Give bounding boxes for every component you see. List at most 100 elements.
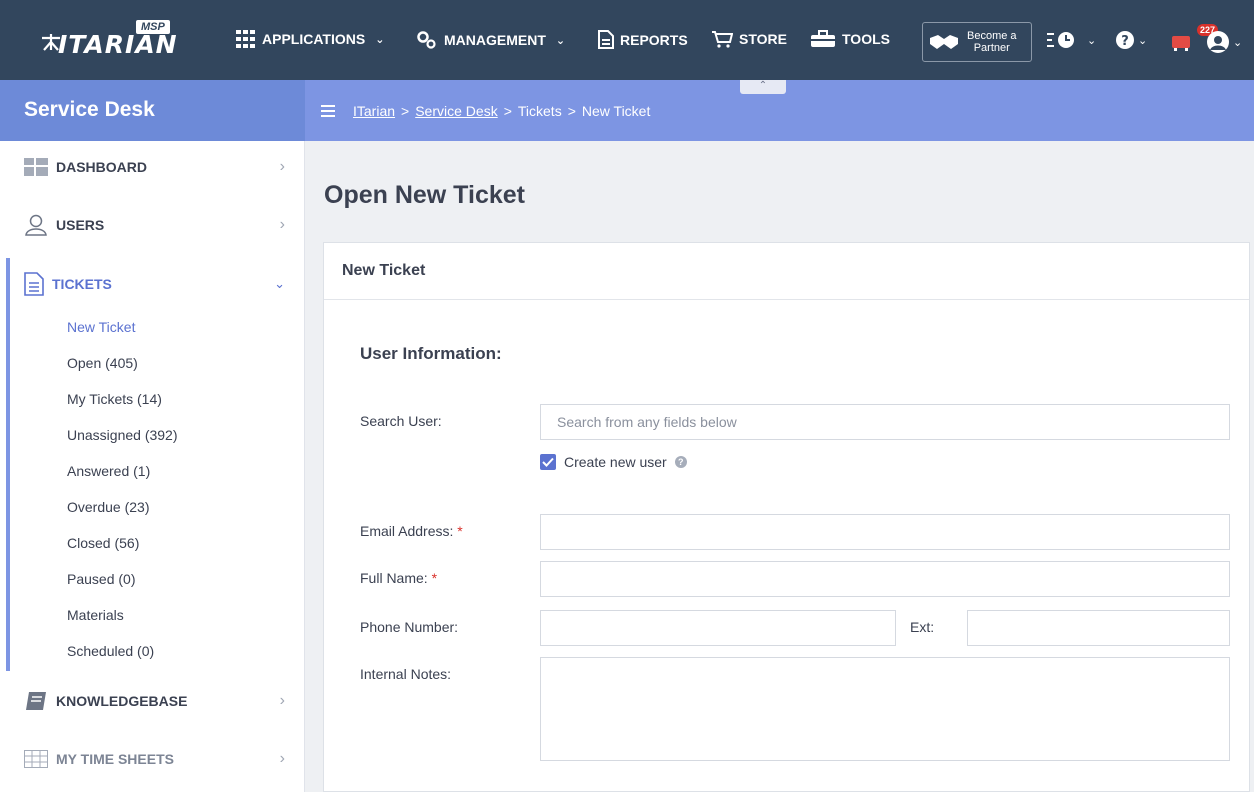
email-field[interactable] <box>540 514 1230 550</box>
cart-icon <box>712 31 733 48</box>
module-header: Service Desk ITarian > Service Desk > Ti… <box>0 80 1254 141</box>
nav-store[interactable]: STORE <box>711 30 787 48</box>
ticket-submenu-new-ticket[interactable]: New Ticket <box>67 319 135 335</box>
chevron-right-icon: › <box>279 216 285 233</box>
chevron-right-icon: › <box>279 750 285 767</box>
ticket-submenu-answered[interactable]: Answered (1) <box>67 463 150 479</box>
nav-tools-label: TOOLS <box>842 31 890 47</box>
phone-ext-field[interactable] <box>967 610 1230 646</box>
checkbox-checked-icon <box>540 454 556 470</box>
full-name-field[interactable] <box>540 561 1230 597</box>
chevron-right-icon: › <box>279 692 285 709</box>
partner-text: Become a Partner <box>967 30 1017 54</box>
internal-notes-textarea[interactable] <box>540 657 1230 761</box>
hamburger-menu-icon[interactable] <box>321 104 335 117</box>
logo-text: ITARIAN <box>58 30 178 59</box>
ext-label: Ext: <box>910 619 935 635</box>
search-user-input[interactable] <box>540 404 1230 440</box>
ticket-submenu-open[interactable]: Open (405) <box>67 355 138 371</box>
nav-reports-label: REPORTS <box>620 31 688 48</box>
notification-desk-icon <box>1172 36 1190 51</box>
email-label: Email Address: * <box>360 523 463 539</box>
history-clock-icon <box>1047 32 1074 48</box>
nav-management[interactable]: MANAGEMENT ⌄ <box>416 30 565 50</box>
breadcrumb-itarian-link[interactable]: ITarian <box>353 103 395 119</box>
section-title-user-information: User Information: <box>360 344 502 363</box>
full-name-label: Full Name: * <box>360 570 438 586</box>
ticket-submenu-paused[interactable]: Paused (0) <box>67 571 135 587</box>
breadcrumb-service-desk-link[interactable]: Service Desk <box>415 103 497 119</box>
question-icon: ? <box>1116 31 1134 49</box>
user-account-menu[interactable]: ⌄ <box>1206 30 1242 54</box>
sidebar-item-label: TICKETS <box>52 276 112 292</box>
chevron-right-icon: › <box>279 158 285 175</box>
chevron-down-icon: ⌄ <box>1233 36 1243 49</box>
page-title: Open New Ticket <box>324 181 525 209</box>
sidebar-item-label: USERS <box>56 217 105 233</box>
chevron-down-icon: ⌄ <box>274 276 285 291</box>
chevron-down-icon: ⌄ <box>555 34 566 47</box>
phone-number-label: Phone Number: <box>360 619 459 635</box>
toolbox-icon <box>811 30 835 47</box>
top-navigation-bar: ITARIAN MSP APPLICATIONS ⌄ MANAGEMENT ⌄ … <box>0 0 1254 80</box>
book-icon <box>26 692 46 710</box>
svg-text:?: ? <box>1121 34 1129 49</box>
ticket-submenu-overdue[interactable]: Overdue (23) <box>67 499 149 515</box>
sidebar-item-time-sheets[interactable]: MY TIME SHEETS › <box>0 739 305 779</box>
breadcrumb-tickets[interactable]: Tickets <box>518 103 562 119</box>
sidebar-item-label: DASHBOARD <box>56 159 147 175</box>
phone-number-field[interactable] <box>540 610 896 646</box>
module-title: Service Desk <box>0 80 305 141</box>
ticket-document-icon <box>24 272 44 296</box>
gears-icon <box>417 31 436 49</box>
help-tooltip-icon[interactable]: ? <box>674 456 687 468</box>
sidebar-item-dashboard[interactable]: DASHBOARD › <box>0 147 305 187</box>
new-ticket-form-card: New Ticket User Information: Search User… <box>323 242 1250 792</box>
create-new-user-checkbox[interactable]: Create new user ? <box>540 454 687 470</box>
chevron-down-icon: ⌄ <box>1087 34 1097 47</box>
ticket-submenu-closed[interactable]: Closed (56) <box>67 535 139 551</box>
grid-icon <box>236 30 255 48</box>
card-title: New Ticket <box>324 243 1249 300</box>
avatar-icon <box>1207 31 1229 53</box>
breadcrumb-separator: > <box>401 102 410 119</box>
required-marker: * <box>431 570 438 586</box>
required-marker: * <box>457 523 463 539</box>
ticket-submenu-my-tickets[interactable]: My Tickets (14) <box>67 391 162 407</box>
sidebar-item-knowledgebase[interactable]: KNOWLEDGEBASE › <box>0 681 305 721</box>
document-icon <box>598 30 614 49</box>
user-icon <box>25 214 47 236</box>
timesheet-grid-icon <box>24 750 48 768</box>
sidebar: DASHBOARD › USERS › TICKETS ⌄ New Ticket… <box>0 141 305 792</box>
nav-management-label: MANAGEMENT <box>444 32 546 48</box>
handshake-icon <box>930 35 958 49</box>
breadcrumb-separator: > <box>503 102 512 119</box>
collapse-header-tab[interactable]: ⌃ <box>740 80 786 94</box>
breadcrumb-separator: > <box>567 102 576 119</box>
become-partner-button[interactable]: Become a Partner <box>922 22 1032 62</box>
notifications-button[interactable] <box>1170 30 1192 52</box>
nav-applications-label: APPLICATIONS <box>262 31 366 47</box>
itarian-logo[interactable]: ITARIAN MSP <box>40 16 190 64</box>
help-menu[interactable]: ? ⌄ <box>1115 30 1147 50</box>
ticket-submenu-unassigned[interactable]: Unassigned (392) <box>67 427 178 443</box>
sidebar-item-label: KNOWLEDGEBASE <box>56 693 188 709</box>
nav-store-label: STORE <box>739 31 787 47</box>
history-menu[interactable]: ⌄ <box>1046 30 1096 50</box>
ticket-submenu-scheduled[interactable]: Scheduled (0) <box>67 643 154 659</box>
logo-msp-badge: MSP <box>136 20 170 34</box>
internal-notes-label: Internal Notes: <box>360 666 452 682</box>
nav-reports[interactable]: REPORTS <box>598 30 688 49</box>
search-user-label: Search User: <box>360 413 442 429</box>
nav-applications[interactable]: APPLICATIONS ⌄ <box>236 30 384 48</box>
active-section-indicator <box>6 258 10 671</box>
chevron-up-icon: ⌃ <box>758 80 768 91</box>
sidebar-item-users[interactable]: USERS › <box>0 205 305 245</box>
breadcrumb-current: New Ticket <box>581 102 651 119</box>
dashboard-icon <box>24 158 48 176</box>
create-new-user-label: Create new user <box>564 454 667 470</box>
chevron-down-icon: ⌄ <box>375 33 385 46</box>
nav-tools[interactable]: TOOLS <box>810 30 890 48</box>
ticket-submenu-materials[interactable]: Materials <box>67 607 124 623</box>
sidebar-item-tickets[interactable]: TICKETS ⌄ <box>0 264 305 304</box>
